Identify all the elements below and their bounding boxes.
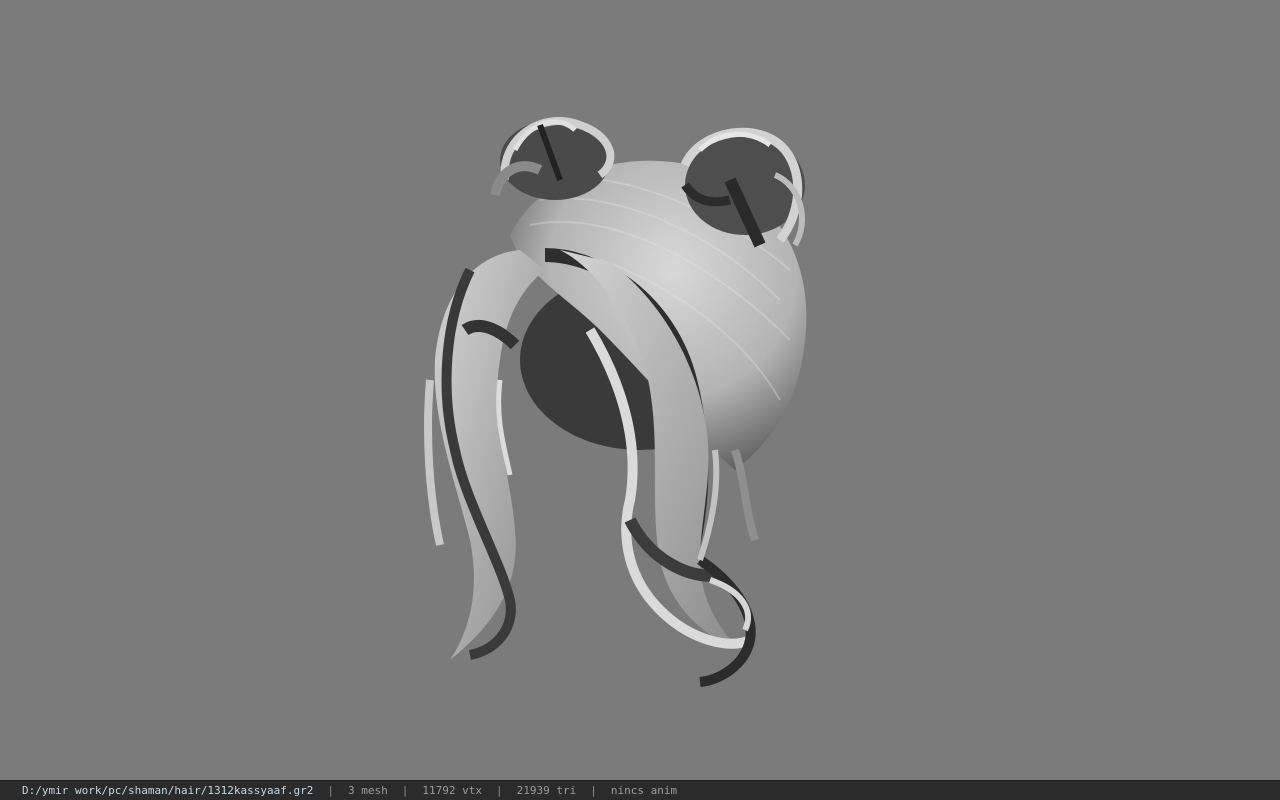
status-separator: | (327, 784, 335, 797)
hair-model-icon (424, 117, 807, 687)
vertex-count-label: 11792 vtx (422, 784, 483, 797)
status-separator: | (496, 784, 503, 797)
status-separator: | (590, 784, 597, 797)
mesh-count-label: 3 mesh (348, 784, 388, 797)
file-path-label: D:/ymir work/pc/shaman/hair/1312kassyaaf… (22, 784, 314, 797)
animation-status-label: nincs anim (610, 784, 678, 797)
status-separator: | (401, 784, 409, 797)
3d-viewport[interactable] (0, 0, 1280, 780)
status-bar: D:/ymir work/pc/shaman/hair/1312kassyaaf… (0, 780, 1280, 800)
triangle-count-label: 21939 tri (516, 784, 577, 797)
